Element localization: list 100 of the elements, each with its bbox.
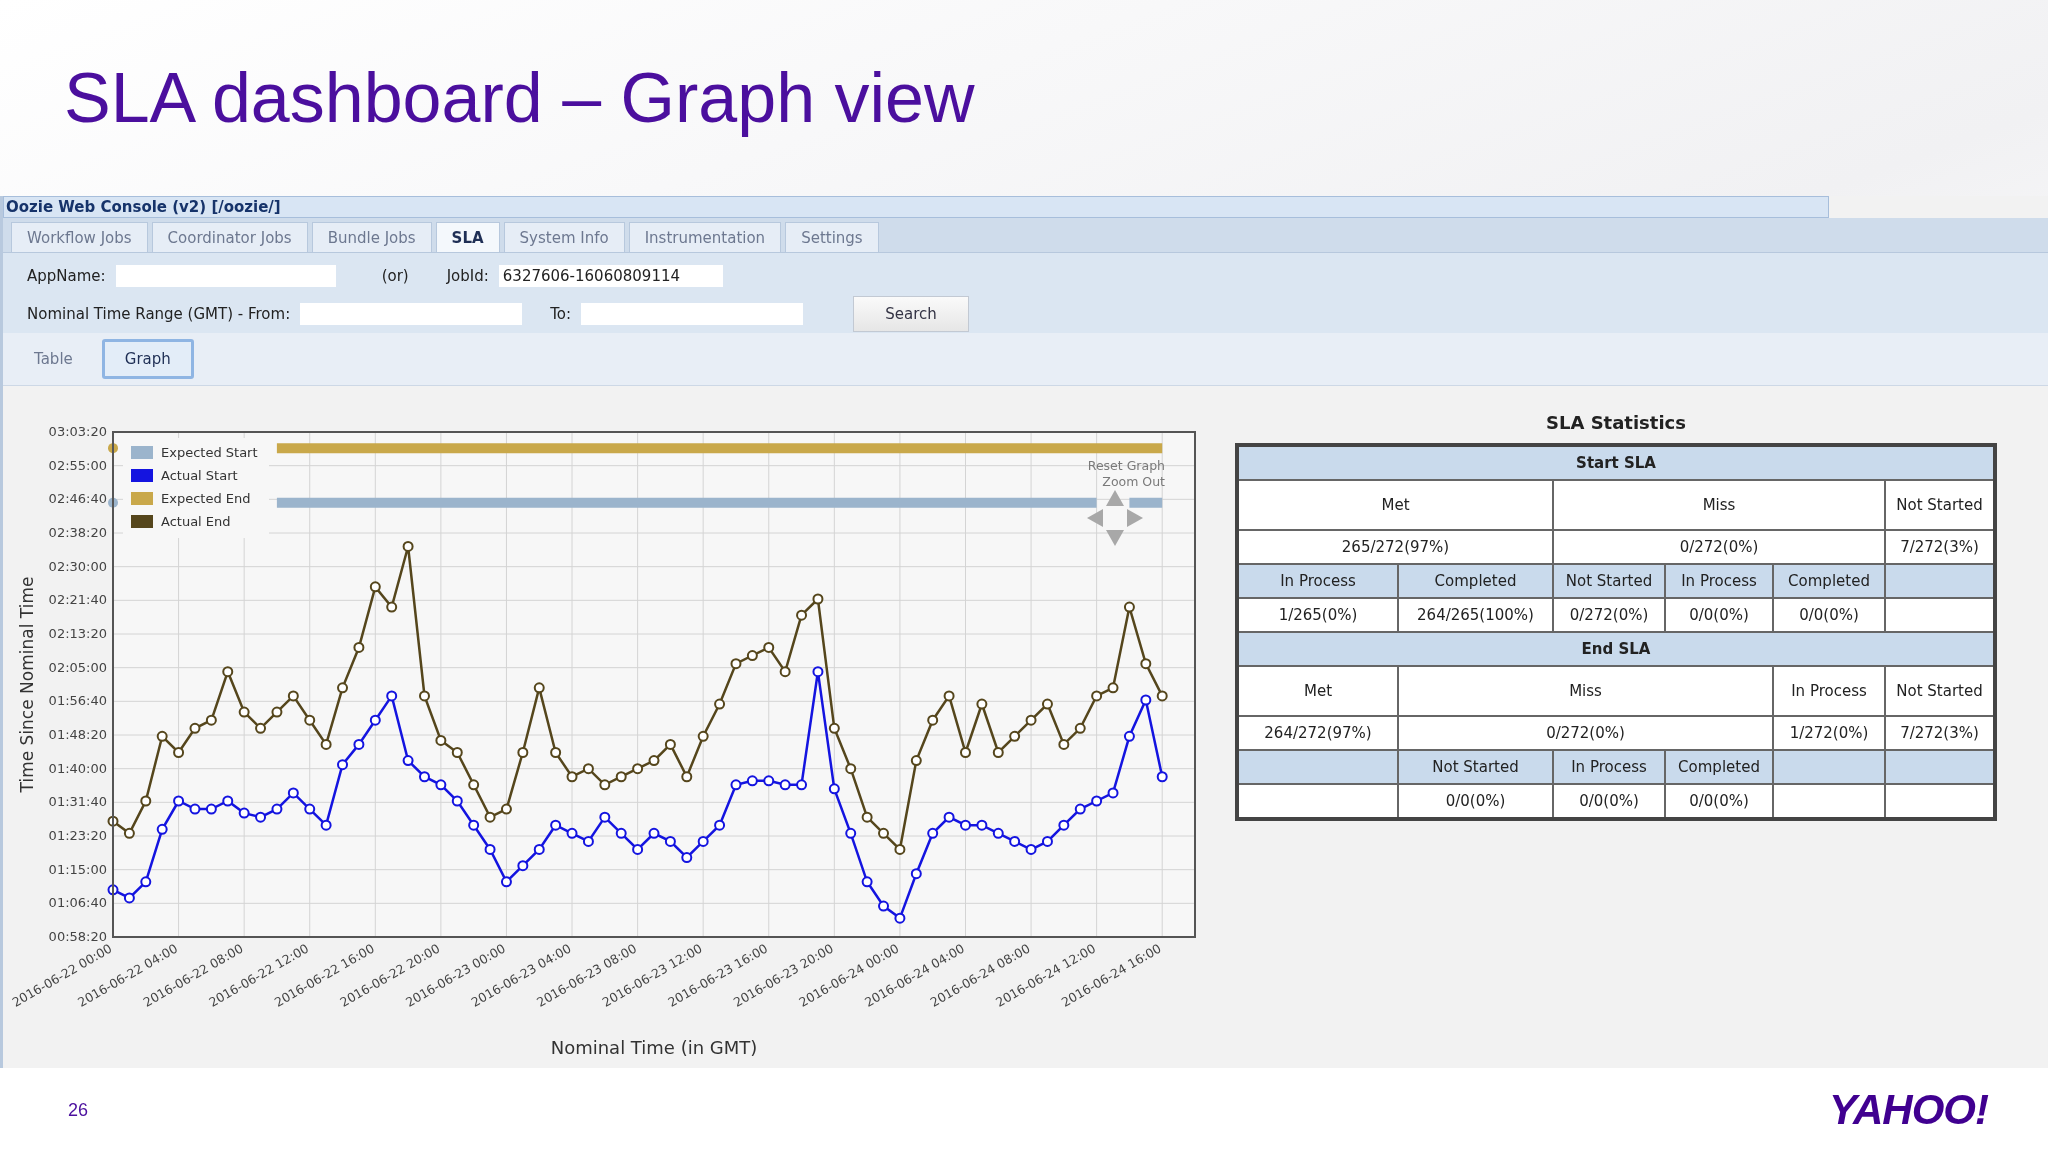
- nav-tab[interactable]: Instrumentation: [628, 222, 782, 252]
- table-cell: 0/0(0%): [1553, 784, 1665, 819]
- table-cell: 264/265(100%): [1398, 598, 1553, 632]
- data-point: [500, 876, 512, 888]
- data-point: [960, 819, 971, 831]
- y-tick-label: 02:55:00: [48, 457, 107, 473]
- column-header: Met: [1237, 666, 1398, 716]
- pan-arrows-icon[interactable]: [1087, 490, 1143, 546]
- data-point: [255, 722, 267, 734]
- data-point: [419, 690, 430, 702]
- data-point: [746, 650, 758, 662]
- data-point: [369, 581, 381, 593]
- table-cell: 0/272(0%): [1553, 530, 1885, 564]
- data-point: [517, 860, 529, 872]
- y-axis-title: Time Since Nominal Time: [17, 576, 37, 793]
- data-point: [123, 827, 135, 839]
- data-point: [615, 827, 627, 839]
- data-point: [156, 730, 168, 742]
- table-cell: 0/0(0%): [1398, 784, 1553, 819]
- data-point: [746, 775, 758, 787]
- column-header: In Process: [1237, 564, 1398, 598]
- data-point: [714, 819, 726, 831]
- data-point: [960, 747, 971, 758]
- y-tick-label: 01:23:20: [48, 828, 107, 843]
- view-tab[interactable]: Graph: [101, 339, 194, 379]
- graph-control-link[interactable]: Reset Graph: [1087, 458, 1165, 473]
- y-tick-label: 01:06:40: [48, 895, 107, 911]
- data-point: [402, 540, 414, 552]
- data-point: [123, 892, 135, 904]
- nav-tab[interactable]: Settings: [785, 222, 879, 252]
- nav-tab[interactable]: Coordinator Jobs: [151, 222, 308, 252]
- search-button[interactable]: Search: [853, 296, 970, 332]
- to-date-field[interactable]: [581, 303, 804, 325]
- table-cell: 7/272(3%): [1885, 716, 1995, 750]
- data-point: [648, 755, 660, 767]
- data-point: [402, 755, 414, 767]
- data-point: [1041, 698, 1053, 710]
- data-point: [1107, 682, 1119, 694]
- column-header: Miss: [1398, 666, 1773, 716]
- y-tick-label: 01:40:00: [48, 760, 107, 776]
- data-point: [1074, 722, 1086, 734]
- y-tick-label: 02:46:40: [48, 491, 107, 507]
- data-point: [500, 803, 512, 815]
- data-point: [533, 843, 545, 855]
- data-point: [1123, 730, 1135, 742]
- legend-swatch: [131, 492, 153, 505]
- field-label: To:: [550, 305, 572, 323]
- data-point: [828, 783, 840, 795]
- data-point: [1025, 714, 1037, 726]
- data-point: [779, 666, 791, 678]
- data-point: [927, 827, 939, 839]
- legend-label: Expected Start: [161, 445, 258, 460]
- job-id-field[interactable]: 6327606-16060809114: [498, 265, 723, 287]
- data-point: [1041, 835, 1053, 847]
- data-point: [205, 714, 217, 726]
- data-point: [156, 823, 168, 835]
- expected-time-point: [108, 443, 118, 454]
- data-point: [1156, 690, 1168, 702]
- data-point: [533, 682, 545, 694]
- data-point: [796, 609, 808, 621]
- data-point: [582, 763, 594, 775]
- data-point: [1074, 803, 1086, 815]
- y-tick-label: 02:05:00: [48, 659, 107, 675]
- view-tab[interactable]: Table: [13, 339, 94, 379]
- data-point: [386, 690, 398, 702]
- data-point: [566, 827, 578, 839]
- data-point: [1140, 694, 1152, 706]
- data-point: [140, 876, 152, 888]
- column-header: Not Started: [1553, 564, 1665, 598]
- data-point: [828, 722, 840, 734]
- slide-title: SLA dashboard – Graph view: [64, 58, 975, 138]
- data-point: [287, 690, 299, 702]
- data-point: [1091, 690, 1103, 702]
- column-header: Completed: [1773, 564, 1885, 598]
- data-point: [484, 811, 496, 823]
- data-point: [1107, 787, 1119, 799]
- nav-tab[interactable]: System Info: [503, 222, 625, 252]
- data-point: [353, 738, 365, 750]
- legend-label: Expected End: [161, 491, 251, 506]
- expected-time-point: [108, 497, 118, 508]
- legend-label: Actual End: [161, 514, 231, 529]
- data-point: [910, 755, 922, 767]
- app-name-field[interactable]: [115, 265, 336, 287]
- nav-tab[interactable]: SLA: [435, 222, 500, 252]
- graph-control-link[interactable]: Zoom Out: [1102, 474, 1165, 489]
- data-point: [1009, 730, 1021, 742]
- column-header: In Process: [1553, 750, 1665, 784]
- column-header: In Process: [1773, 666, 1885, 716]
- data-point: [1058, 819, 1070, 831]
- column-header: Miss: [1553, 480, 1885, 530]
- nav-tab[interactable]: Workflow Jobs: [11, 222, 148, 252]
- data-point: [599, 811, 611, 823]
- from-date-field[interactable]: [300, 303, 523, 325]
- column-header: Completed: [1665, 750, 1773, 784]
- field-label: Nominal Time Range (GMT) - From:: [27, 305, 291, 323]
- data-point: [681, 771, 693, 783]
- data-point: [697, 730, 709, 742]
- data-point: [173, 795, 185, 807]
- data-point: [796, 779, 808, 791]
- nav-tab[interactable]: Bundle Jobs: [311, 222, 432, 252]
